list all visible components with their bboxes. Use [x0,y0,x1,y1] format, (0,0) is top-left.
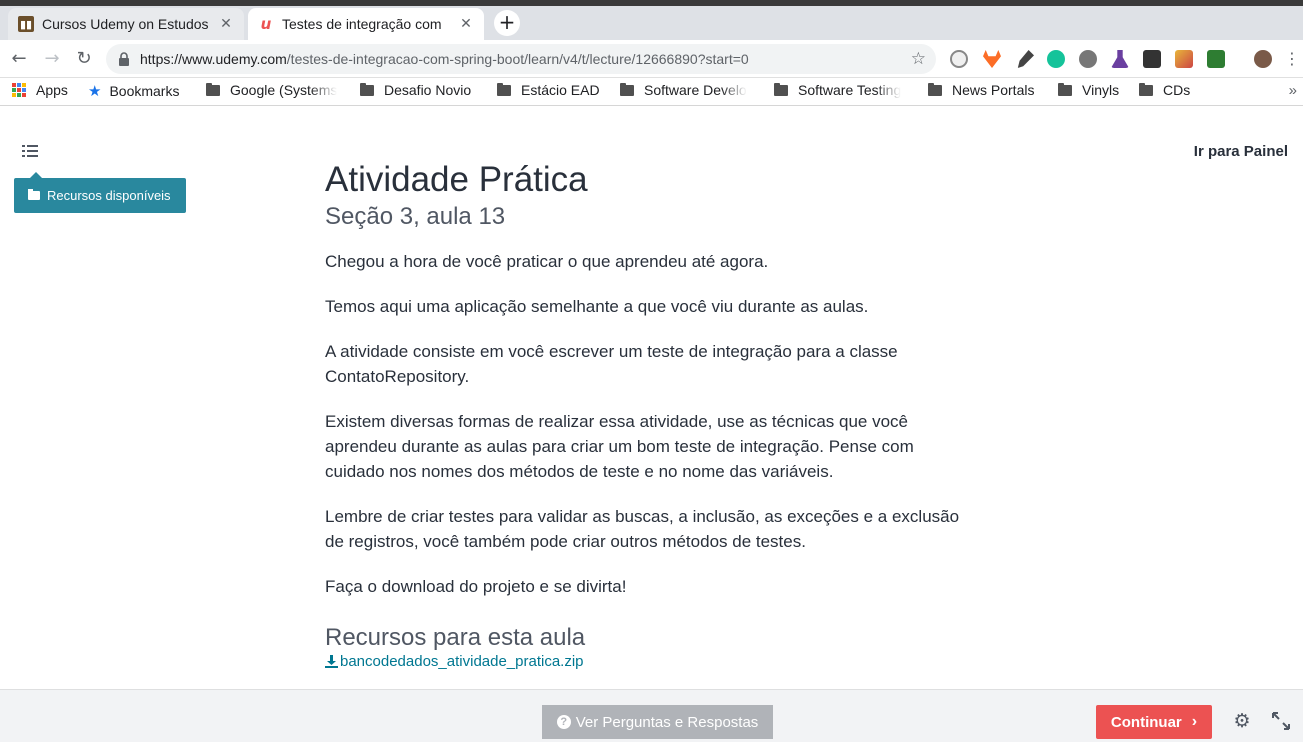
back-arrow-icon[interactable]: ← [8,48,30,70]
tab-title: Testes de integração com [282,16,442,32]
expand-icon[interactable] [1271,711,1291,731]
bookmark-label: Bookmarks [109,83,180,99]
tab-testes-integracao[interactable]: u Testes de integração com ✕ [248,8,484,40]
forward-arrow-icon[interactable]: → [41,48,63,70]
rocket-extension-icon[interactable] [1017,50,1034,68]
folder-icon [497,82,511,96]
bookmark-label: Software Testing [798,82,902,98]
selenium-extension-icon[interactable] [1143,50,1161,68]
bookmark-desafio-novio[interactable]: Desafio Novio [360,82,471,98]
folder-icon [206,82,220,96]
bookmark-software-develo[interactable]: Software Develo [620,82,758,98]
resources-available-button[interactable]: Recursos disponíveis [14,172,186,213]
gear-extension-icon[interactable] [1079,50,1097,68]
lecture-article: Atividade Prática Seção 3, aula 13 Chego… [325,157,975,670]
flask-extension-icon[interactable] [1111,50,1129,68]
folder-icon [774,82,788,96]
bookmark-label: News Portals [952,82,1035,98]
lecture-content: Recursos disponíveis Ir para Painel Ativ… [0,107,1303,689]
paragraph: Chegou a hora de você praticar o que apr… [325,252,769,271]
paragraph: Lembre de criar testes para validar as b… [325,507,960,551]
bookmark-google-systems[interactable]: Google (Systems [206,82,344,98]
bookmark-label: Software Develo [644,82,747,98]
page-title: Atividade Prática [325,160,588,199]
udemy-favicon-icon: u [260,15,272,33]
bookmark-label: CDs [1163,82,1191,98]
gitlab-extension-icon[interactable] [983,50,1001,68]
bookmark-vinyls[interactable]: Vinyls [1058,82,1119,98]
bookmark-label: Google (Systems [230,82,338,98]
view-questions-button[interactable]: ? Ver Perguntas e Respostas [542,705,773,739]
folder-icon [1139,82,1153,96]
resources-button-label: Recursos disponíveis [47,188,171,203]
qa-button-label: Ver Perguntas e Respostas [575,713,759,731]
folder-icon [360,82,374,96]
folder-icon [1058,82,1072,96]
address-bar[interactable]: https://www.udemy.com/testes-de-integrac… [106,44,936,74]
paragraph: A atividade consiste em você escrever um… [325,342,898,386]
bookmark-news-portals[interactable]: News Portals [928,82,1034,98]
resource-download-link[interactable]: bancodedados_atividade_pratica.zip [325,653,975,670]
extension-sync-icon[interactable] [950,50,968,68]
close-icon[interactable]: ✕ [458,16,474,32]
url-path: /testes-de-integracao-com-spring-boot/le… [286,51,749,67]
grammarly-extension-icon[interactable] [1047,50,1065,68]
continue-button[interactable]: Continuar › [1096,705,1212,739]
bookmark-software-testing[interactable]: Software Testing [774,82,912,98]
paragraph: Existem diversas formas de realizar essa… [325,412,914,481]
resource-file-name: bancodedados_atividade_pratica.zip [340,653,584,670]
lecture-footer: ? Ver Perguntas e Respostas Continuar › … [0,689,1303,742]
url-host: https://www.udemy.com [140,51,287,67]
bookmark-bookmarks[interactable]: ★ Bookmarks [88,82,179,100]
tab-cursos-udemy[interactable]: ▮▮ Cursos Udemy on Estudos ✕ [8,8,244,40]
bookmarks-bar: Apps ★ Bookmarks Google (Systems Desafio… [0,78,1303,106]
bookmark-label: Estácio EAD [521,82,600,98]
paragraph: Faça o download do projeto e se divirta! [325,577,627,596]
close-icon[interactable]: ✕ [218,16,234,32]
lock-icon [119,52,129,66]
menu-dots-icon[interactable]: ⋮ [1281,48,1303,70]
continue-button-label: Continuar [1110,713,1182,731]
star-icon: ★ [88,83,102,100]
new-tab-button[interactable]: + [494,10,520,36]
bookmark-label: Vinyls [1082,82,1120,98]
bookmarks-overflow-icon[interactable]: » [1289,82,1297,99]
go-to-dashboard-link[interactable]: Ir para Painel [1194,143,1288,160]
bookmark-label: Apps [36,82,68,98]
sheet-extension-icon[interactable] [1207,50,1225,68]
folder-icon [928,82,942,96]
download-icon [325,655,338,668]
chevron-right-icon: › [1191,713,1198,730]
browser-toolbar: ← → ↻ https://www.udemy.com/testes-de-in… [0,40,1303,78]
avatar[interactable] [1254,50,1272,68]
bookmark-cds[interactable]: CDs [1139,82,1190,98]
reload-icon[interactable]: ↻ [73,48,95,70]
tab-title: Cursos Udemy on Estudos [42,16,209,32]
paragraph: Temos aqui uma aplicação semelhante a qu… [325,297,869,316]
bookmark-estacio-ead[interactable]: Estácio EAD [497,82,600,98]
lecture-subtitle: Seção 3, aula 13 [325,203,506,230]
gear-icon[interactable]: ⚙ [1232,711,1252,731]
browser-tab-strip: ▮▮ Cursos Udemy on Estudos ✕ u Testes de… [0,6,1303,40]
bookmark-star-icon[interactable]: ☆ [911,49,926,69]
bookmark-apps[interactable]: Apps [12,82,68,98]
book-favicon-icon: ▮▮ [18,16,34,32]
question-icon: ? [556,715,571,729]
pencil-extension-icon[interactable] [1175,50,1193,68]
resources-heading: Recursos para esta aula [325,624,586,651]
folder-icon [620,82,634,96]
bookmark-label: Desafio Novio [384,82,472,98]
folder-open-icon [28,189,40,200]
curriculum-list-icon[interactable] [22,144,38,158]
apps-grid-icon [12,83,26,97]
